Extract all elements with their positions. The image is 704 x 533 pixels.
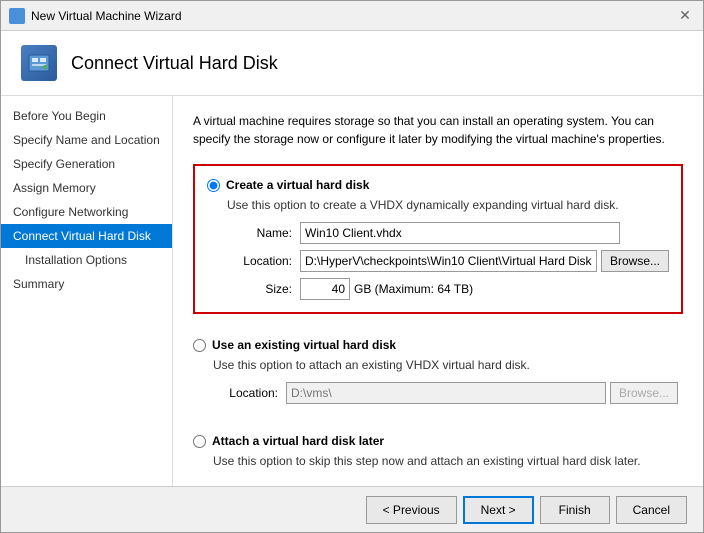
attach-later-radio[interactable]: [193, 435, 206, 448]
create-vhd-radio-label[interactable]: Create a virtual hard disk: [207, 178, 669, 192]
window-title: New Virtual Machine Wizard: [31, 9, 675, 23]
create-vhd-desc: Use this option to create a VHDX dynamic…: [227, 198, 669, 212]
existing-vhd-radio[interactable]: [193, 339, 206, 352]
attach-later-option-group: Attach a virtual hard disk later Use thi…: [193, 424, 683, 486]
size-unit: GB (Maximum: 64 TB): [354, 282, 473, 296]
attach-later-desc: Use this option to skip this step now an…: [213, 454, 683, 468]
close-button[interactable]: ✕: [675, 6, 695, 26]
existing-location-label: Location:: [213, 386, 278, 400]
browse-button-create[interactable]: Browse...: [601, 250, 669, 272]
size-label: Size:: [227, 282, 292, 296]
name-label: Name:: [227, 226, 292, 240]
next-button[interactable]: Next >: [463, 496, 534, 524]
page-title: Connect Virtual Hard Disk: [71, 53, 278, 74]
sidebar-item-assign-memory[interactable]: Assign Memory: [1, 176, 172, 200]
main-content: Before You Begin Specify Name and Locati…: [1, 96, 703, 486]
sidebar-item-specify-name-location[interactable]: Specify Name and Location: [1, 128, 172, 152]
header-icon: [21, 45, 57, 81]
sidebar-item-summary[interactable]: Summary: [1, 272, 172, 296]
cancel-button[interactable]: Cancel: [616, 496, 687, 524]
create-vhd-radio[interactable]: [207, 179, 220, 192]
existing-location-field-row: Location: Browse...: [213, 382, 683, 404]
location-label: Location:: [227, 254, 292, 268]
header-bar: Connect Virtual Hard Disk: [1, 31, 703, 96]
sidebar: Before You Begin Specify Name and Locati…: [1, 96, 173, 486]
create-vhd-option-group: Create a virtual hard disk Use this opti…: [193, 164, 683, 314]
content-area: A virtual machine requires storage so th…: [173, 96, 703, 486]
window-icon: [9, 8, 25, 24]
description-text: A virtual machine requires storage so th…: [193, 112, 683, 148]
titlebar: New Virtual Machine Wizard ✕: [1, 1, 703, 31]
create-vhd-label: Create a virtual hard disk: [226, 178, 369, 192]
location-input[interactable]: [300, 250, 597, 272]
size-input[interactable]: [300, 278, 350, 300]
previous-button[interactable]: < Previous: [366, 496, 457, 524]
attach-later-label: Attach a virtual hard disk later: [212, 434, 384, 448]
name-field-row: Name:: [227, 222, 669, 244]
existing-vhd-label: Use an existing virtual hard disk: [212, 338, 396, 352]
sidebar-item-configure-networking[interactable]: Configure Networking: [1, 200, 172, 224]
location-field-row: Location: Browse...: [227, 250, 669, 272]
finish-button[interactable]: Finish: [540, 496, 610, 524]
wizard-window: New Virtual Machine Wizard ✕ Connect Vir…: [0, 0, 704, 533]
attach-later-radio-label[interactable]: Attach a virtual hard disk later: [193, 434, 683, 448]
existing-location-input: [286, 382, 606, 404]
sidebar-item-installation-options[interactable]: Installation Options: [1, 248, 172, 272]
existing-vhd-option-group: Use an existing virtual hard disk Use th…: [193, 328, 683, 420]
sidebar-item-connect-vhd[interactable]: Connect Virtual Hard Disk: [1, 224, 172, 248]
existing-vhd-desc: Use this option to attach an existing VH…: [213, 358, 683, 372]
sidebar-item-specify-generation[interactable]: Specify Generation: [1, 152, 172, 176]
size-row: Size: GB (Maximum: 64 TB): [227, 278, 669, 300]
sidebar-item-before-you-begin[interactable]: Before You Begin: [1, 104, 172, 128]
existing-vhd-radio-label[interactable]: Use an existing virtual hard disk: [193, 338, 683, 352]
browse-button-existing: Browse...: [610, 382, 678, 404]
footer: < Previous Next > Finish Cancel: [1, 486, 703, 532]
name-input[interactable]: [300, 222, 620, 244]
